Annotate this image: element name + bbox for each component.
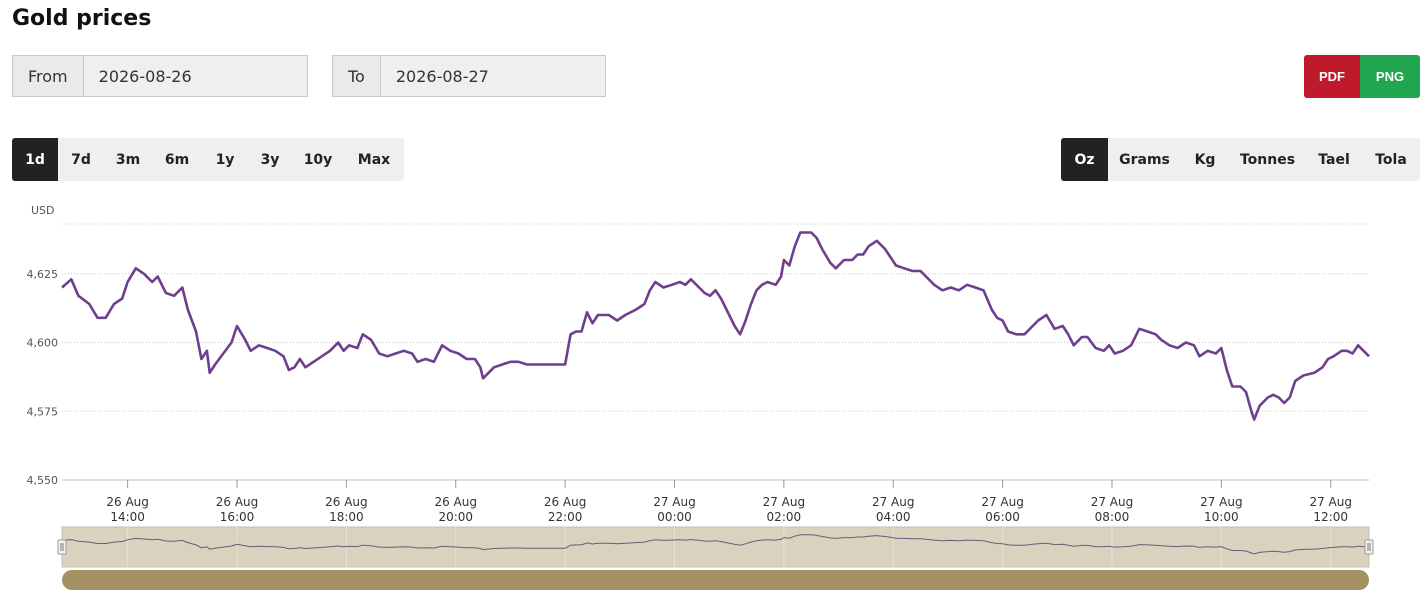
x-tick-time: 18:00 bbox=[329, 510, 364, 524]
y-tick-label: 4,550 bbox=[27, 474, 59, 487]
x-tick-time: 06:00 bbox=[985, 510, 1020, 524]
x-tick-date: 27 Aug bbox=[763, 495, 806, 509]
unit-tab-tael[interactable]: Tael bbox=[1306, 138, 1362, 181]
x-tick-date: 27 Aug bbox=[1200, 495, 1243, 509]
y-tick-label: 4,600 bbox=[27, 337, 59, 350]
export-pdf-button[interactable]: PDF bbox=[1304, 55, 1360, 98]
from-label: From bbox=[13, 56, 84, 96]
x-tick-time: 16:00 bbox=[220, 510, 255, 524]
x-tick-date: 26 Aug bbox=[434, 495, 477, 509]
from-date-group: From 2026-08-26 bbox=[12, 55, 308, 97]
x-tick-time: 12:00 bbox=[1313, 510, 1348, 524]
x-tick-time: 08:00 bbox=[1095, 510, 1130, 524]
export-group: PDF PNG bbox=[1304, 55, 1420, 98]
range-tab-10y[interactable]: 10y bbox=[292, 138, 344, 181]
unit-tab-kg[interactable]: Kg bbox=[1181, 138, 1229, 181]
x-tick-date: 27 Aug bbox=[872, 495, 915, 509]
range-tab-max[interactable]: Max bbox=[344, 138, 404, 181]
x-tick-date: 26 Aug bbox=[544, 495, 587, 509]
unit-tab-grams[interactable]: Grams bbox=[1108, 138, 1181, 181]
x-tick-date: 26 Aug bbox=[325, 495, 368, 509]
navigator-scrollbar[interactable] bbox=[62, 570, 1369, 590]
range-tab-3y[interactable]: 3y bbox=[248, 138, 292, 181]
range-tab-1y[interactable]: 1y bbox=[202, 138, 248, 181]
price-series-line bbox=[61, 231, 1370, 421]
gold-price-chart: 4,5504,5754,6004,625USD26 Aug14:0026 Aug… bbox=[27, 204, 1374, 590]
unit-tab-tonnes[interactable]: Tonnes bbox=[1229, 138, 1306, 181]
unit-tab-oz[interactable]: Oz bbox=[1061, 138, 1108, 181]
x-tick-time: 10:00 bbox=[1204, 510, 1239, 524]
range-tab-3m[interactable]: 3m bbox=[104, 138, 152, 181]
navigator-handle-left[interactable] bbox=[57, 539, 67, 555]
to-date-input[interactable]: 2026-08-27 bbox=[380, 56, 605, 96]
page-title: Gold prices bbox=[12, 6, 152, 31]
x-tick-date: 27 Aug bbox=[1309, 495, 1352, 509]
range-tab-1d[interactable]: 1d bbox=[12, 138, 58, 181]
x-tick-time: 20:00 bbox=[438, 510, 473, 524]
export-png-button[interactable]: PNG bbox=[1360, 55, 1420, 98]
y-tick-label: 4,575 bbox=[27, 405, 59, 418]
to-label: To bbox=[333, 56, 381, 96]
navigator-window bbox=[61, 526, 1370, 568]
to-date-group: To 2026-08-27 bbox=[332, 55, 606, 97]
navigator-handle-right[interactable] bbox=[1364, 539, 1374, 555]
x-tick-time: 00:00 bbox=[657, 510, 692, 524]
x-tick-time: 04:00 bbox=[876, 510, 911, 524]
range-tab-7d[interactable]: 7d bbox=[58, 138, 104, 181]
y-axis-title: USD bbox=[31, 204, 55, 217]
unit-selector: Oz Grams Kg Tonnes Tael Tola bbox=[1061, 138, 1420, 181]
x-tick-date: 27 Aug bbox=[653, 495, 696, 509]
x-tick-date: 27 Aug bbox=[981, 495, 1024, 509]
x-tick-time: 02:00 bbox=[767, 510, 802, 524]
x-tick-time: 14:00 bbox=[110, 510, 145, 524]
x-tick-date: 26 Aug bbox=[216, 495, 259, 509]
unit-tab-tola[interactable]: Tola bbox=[1362, 138, 1420, 181]
x-tick-time: 22:00 bbox=[548, 510, 583, 524]
range-selector: 1d 7d 3m 6m 1y 3y 10y Max bbox=[12, 138, 404, 181]
from-date-input[interactable]: 2026-08-26 bbox=[83, 56, 307, 96]
range-tab-6m[interactable]: 6m bbox=[152, 138, 202, 181]
y-tick-label: 4,625 bbox=[27, 268, 59, 281]
x-tick-date: 27 Aug bbox=[1091, 495, 1134, 509]
x-tick-date: 26 Aug bbox=[106, 495, 149, 509]
